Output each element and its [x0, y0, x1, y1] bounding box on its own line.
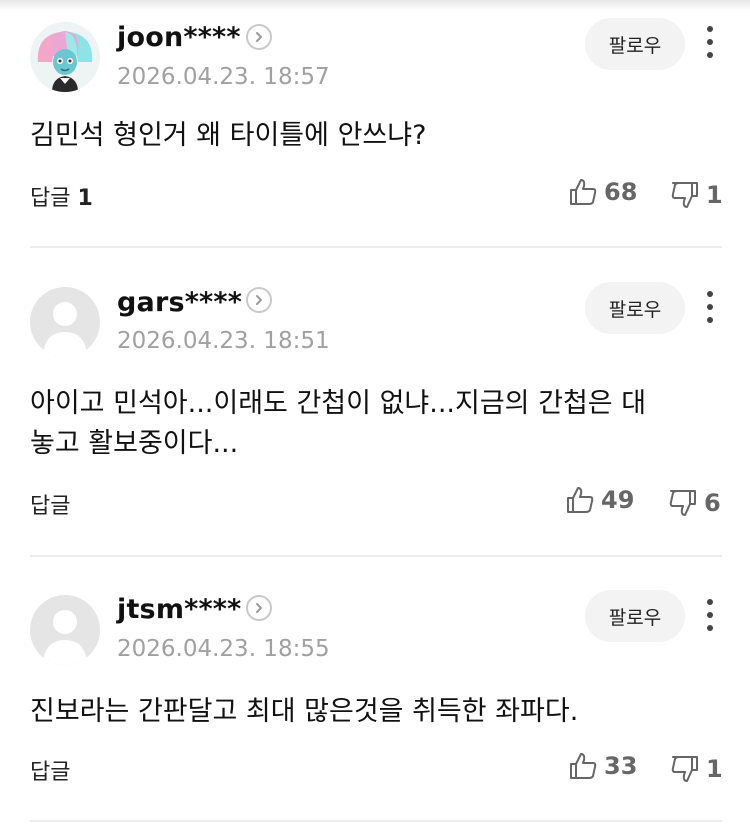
like-count: 49	[601, 486, 635, 514]
more-vertical-icon[interactable]	[698, 287, 722, 327]
timestamp: 2026.04.23. 18:51	[117, 328, 330, 354]
character-avatar-icon	[30, 22, 100, 92]
like-button[interactable]: 33	[568, 751, 637, 781]
thumbs-up-icon	[570, 753, 597, 779]
chevron-right-icon[interactable]	[246, 287, 272, 313]
comment-text: 아이고 민석아...이래도 간첩이 없냐...지금의 간첩은 대놓고 활보중이다…	[30, 388, 647, 459]
dislike-button[interactable]: 6	[668, 488, 721, 518]
divider	[30, 820, 722, 822]
username[interactable]: joon****	[117, 22, 241, 53]
comment-text: 김민석 형인거 왜 타이틀에 안쓰냐?	[30, 120, 427, 151]
like-button[interactable]: 49	[565, 485, 634, 515]
username[interactable]: gars****	[117, 287, 242, 318]
dislike-button[interactable]: 1	[670, 754, 723, 784]
dislike-count: 1	[706, 181, 723, 209]
timestamp: 2026.04.23. 18:55	[117, 636, 330, 662]
chevron-right-icon[interactable]	[246, 24, 272, 50]
reply-count: 1	[77, 186, 93, 211]
default-profile-icon	[30, 287, 100, 357]
dislike-count: 1	[706, 755, 723, 783]
reply-button[interactable]: 답글	[30, 488, 70, 520]
like-count: 68	[604, 178, 638, 206]
thumbs-up-icon	[570, 179, 597, 205]
reply-button[interactable]: 답글	[30, 754, 70, 786]
reply-label: 답글	[30, 186, 71, 211]
avatar[interactable]	[30, 595, 100, 665]
timestamp: 2026.04.23. 18:57	[117, 64, 330, 90]
thumbs-down-icon	[669, 490, 696, 516]
more-vertical-icon[interactable]	[698, 595, 722, 635]
avatar[interactable]	[30, 22, 100, 92]
top-shadow	[0, 0, 750, 10]
divider	[30, 246, 722, 248]
thumbs-up-icon	[567, 487, 594, 513]
reply-label: 답글	[30, 760, 71, 785]
like-button[interactable]: 68	[568, 177, 637, 207]
divider	[30, 555, 722, 557]
reply-button[interactable]: 답글 1	[30, 180, 93, 212]
thumbs-down-icon	[671, 756, 698, 782]
avatar[interactable]	[30, 287, 100, 357]
username[interactable]: jtsm****	[117, 594, 241, 625]
thumbs-down-icon	[671, 182, 698, 208]
reply-label: 답글	[30, 494, 71, 519]
dislike-count: 6	[704, 489, 721, 517]
default-profile-icon	[30, 595, 100, 665]
comment-text: 진보라는 간판달고 최대 많은것을 취득한 좌파다.	[30, 696, 579, 727]
more-vertical-icon[interactable]	[698, 22, 722, 62]
chevron-right-icon[interactable]	[246, 595, 272, 621]
follow-button[interactable]: 팔로우	[585, 282, 685, 334]
follow-button[interactable]: 팔로우	[585, 18, 685, 70]
dislike-button[interactable]: 1	[670, 180, 723, 210]
like-count: 33	[604, 752, 638, 780]
follow-button[interactable]: 팔로우	[585, 590, 685, 642]
